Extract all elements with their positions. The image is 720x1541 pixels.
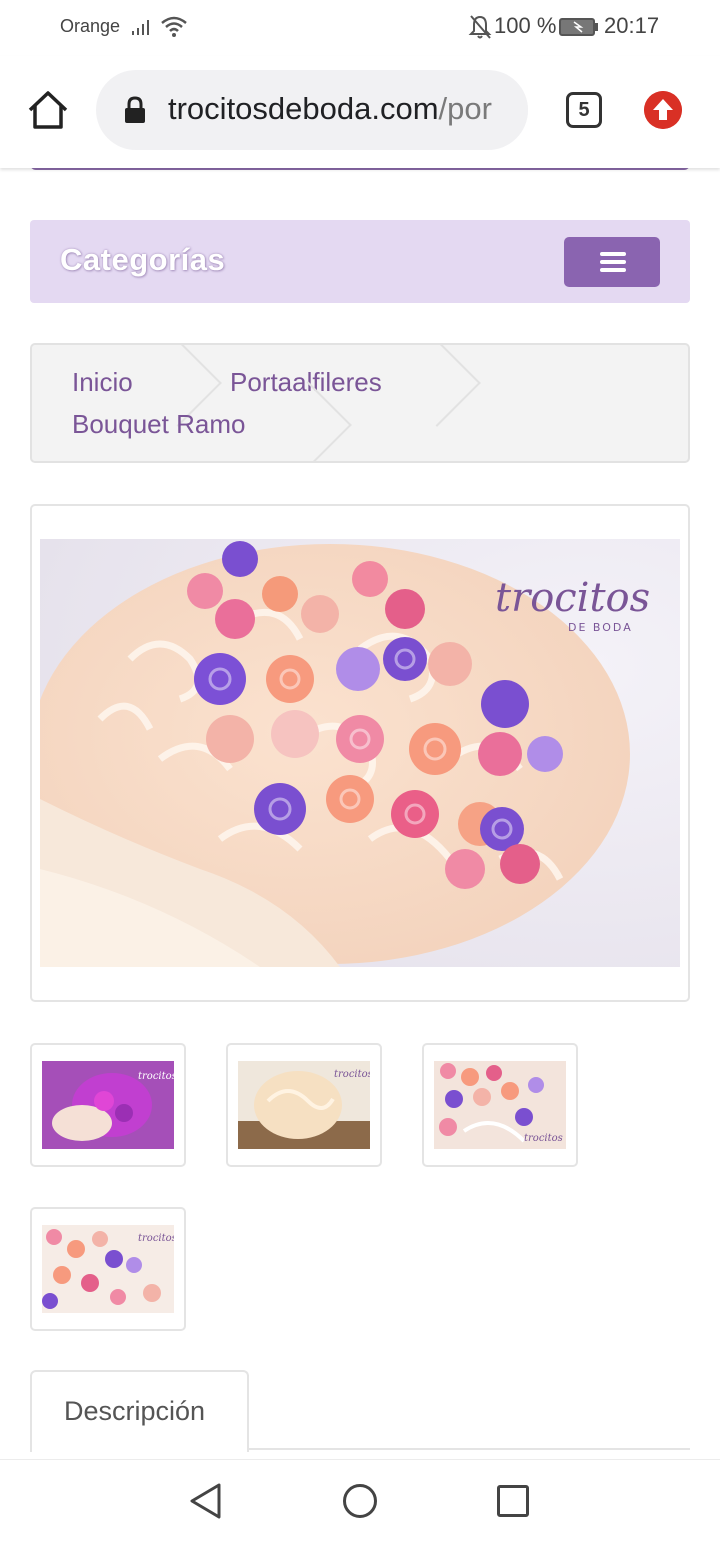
url-domain: trocitosdeboda.com	[168, 91, 439, 126]
battery-icon	[559, 18, 598, 36]
clock: 20:17	[604, 13, 660, 38]
tabs-divider	[247, 1448, 690, 1450]
categories-bar: Categorías	[30, 220, 690, 303]
system-navigation-bar	[0, 1459, 720, 1541]
tab-descripcion[interactable]: Descripción	[30, 1370, 249, 1452]
battery-level: 100 %	[494, 13, 557, 38]
thumbnail-4[interactable]: trocitos	[30, 1207, 186, 1331]
hamburger-icon-line	[600, 268, 626, 272]
signal-icon	[132, 20, 149, 35]
thumb-watermark: trocitos	[334, 1069, 370, 1080]
breadcrumb-bouquet-ramo: Bouquet Ramo	[72, 409, 246, 439]
carrier-name: Orange	[60, 16, 121, 36]
wifi-icon	[161, 16, 187, 37]
back-icon[interactable]	[188, 1482, 224, 1520]
thumbnail-1[interactable]: trocitos	[30, 1043, 186, 1167]
thumbnail-2[interactable]: trocitos	[226, 1043, 382, 1167]
tab-count: 5	[578, 99, 590, 121]
thumbnail-image: trocitos	[42, 1061, 174, 1149]
breadcrumb-inicio[interactable]: Inicio	[72, 367, 133, 398]
recent-apps-icon[interactable]	[496, 1484, 530, 1518]
thumb-watermark: trocitos	[524, 1133, 563, 1144]
breadcrumb-separator	[393, 345, 481, 427]
url-path: /por	[438, 91, 492, 126]
watermark-sub: DE BODA	[568, 621, 633, 634]
thumbnail-3[interactable]: trocitos	[422, 1043, 578, 1167]
hamburger-icon-line	[600, 260, 626, 264]
breadcrumb: Inicio Portaalfileres Bouquet Ramo	[30, 343, 690, 463]
browser-toolbar: trocitosdeboda.com/por 5	[0, 56, 720, 168]
thumbnail-image: trocitos	[434, 1061, 566, 1149]
tab-descripcion-label: Descripción	[64, 1396, 206, 1426]
thumbnail-image: trocitos	[42, 1225, 174, 1313]
lock-icon	[125, 96, 145, 123]
product-main-image[interactable]: trocitos DE BODA	[40, 539, 680, 967]
watermark-logo: trocitos	[495, 575, 650, 621]
home-circle-icon[interactable]	[342, 1483, 378, 1519]
categories-title: Categorías	[60, 242, 226, 277]
home-icon[interactable]	[26, 88, 70, 132]
hamburger-icon-line	[600, 252, 626, 256]
url-fade	[498, 70, 528, 150]
tabs-icon[interactable]: 5	[566, 92, 602, 128]
status-bar: Orange 100 % 20:17	[0, 0, 720, 56]
thumb-watermark: trocitos	[138, 1071, 174, 1082]
update-icon[interactable]	[644, 91, 682, 129]
thumbnail-image: trocitos	[238, 1061, 370, 1149]
thumb-watermark: trocitos	[138, 1233, 174, 1244]
categories-menu-button[interactable]	[564, 237, 660, 287]
address-bar[interactable]: trocitosdeboda.com/por	[96, 70, 528, 150]
mute-icon	[468, 15, 492, 39]
product-image-frame: trocitos DE BODA	[30, 504, 690, 1002]
url-text: trocitosdeboda.com/por	[168, 91, 492, 127]
